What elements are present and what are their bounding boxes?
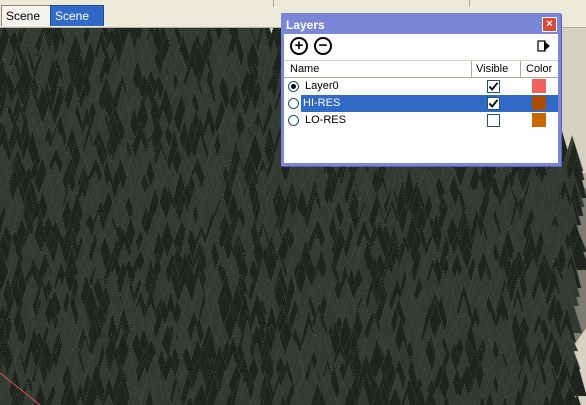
layer-row[interactable]: HI-RES	[284, 95, 558, 112]
layer-name[interactable]: LO-RES	[303, 112, 476, 129]
layer-row[interactable]: Layer0	[284, 78, 558, 95]
column-name[interactable]: Name	[290, 63, 319, 75]
tab-scene-2[interactable]: Scene 2	[50, 5, 104, 43]
layer-color-swatch[interactable]	[532, 113, 546, 127]
visible-checkbox[interactable]	[487, 97, 500, 110]
layer-color-swatch[interactable]	[532, 96, 546, 110]
current-layer-radio[interactable]	[288, 98, 299, 109]
layers-toolbar: + −	[284, 34, 558, 60]
delete-layer-icon[interactable]: −	[314, 37, 332, 55]
current-layer-radio[interactable]	[288, 81, 299, 92]
checkmark-icon	[488, 82, 499, 91]
close-icon[interactable]: ×	[542, 17, 557, 32]
column-color[interactable]: Color	[526, 63, 552, 75]
layer-name[interactable]: Layer0	[303, 78, 476, 95]
dialog-title: Layers	[286, 18, 325, 32]
column-divider[interactable]	[520, 61, 521, 77]
layer-name[interactable]: HI-RES	[301, 95, 558, 112]
checkmark-icon	[488, 99, 499, 108]
details-arrow-icon[interactable]	[536, 38, 552, 54]
layers-column-header: Name Visible Color	[284, 60, 558, 78]
tabbar-divider	[273, 0, 274, 7]
layer-row[interactable]: LO-RES	[284, 112, 558, 129]
visible-checkbox[interactable]	[487, 114, 500, 127]
radio-dot	[291, 84, 296, 89]
visible-checkbox[interactable]	[487, 80, 500, 93]
layer-color-swatch[interactable]	[532, 79, 546, 93]
layers-dialog: Layers × + − Name Visible Color Layer0 HI…	[281, 13, 561, 166]
column-divider[interactable]	[471, 61, 472, 77]
add-layer-icon[interactable]: +	[290, 37, 308, 55]
tabbar-divider	[469, 0, 470, 7]
current-layer-radio[interactable]	[288, 115, 299, 126]
column-visible[interactable]: Visible	[476, 63, 508, 75]
tab-scene-1[interactable]: Scene 1	[1, 5, 51, 43]
dialog-titlebar[interactable]: Layers ×	[284, 16, 558, 34]
